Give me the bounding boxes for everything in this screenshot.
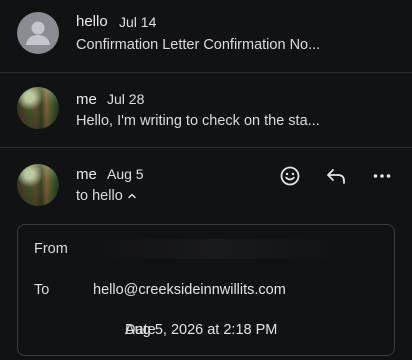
message-date: Jul 28 — [107, 91, 145, 107]
recipients-label: to hello — [76, 188, 123, 204]
chevron-up-icon — [128, 193, 136, 199]
date-value: Aug 5, 2026 at 2:18 PM — [125, 322, 278, 338]
redacted-area — [93, 239, 343, 259]
message-snippet: Confirmation Letter Confirmation No... — [76, 37, 321, 53]
to-email[interactable]: hello@creeksideinnwillits.com — [93, 282, 286, 298]
react-button[interactable] — [277, 163, 303, 189]
avatar — [17, 12, 59, 54]
sender-name: me — [76, 91, 97, 108]
recipients-toggle[interactable]: to hello — [76, 188, 137, 204]
from-label: From — [34, 241, 68, 257]
email-thread: hello Jul 14 Confirmation Letter Confirm… — [0, 0, 412, 360]
avatar — [17, 87, 59, 129]
message-collapsed[interactable]: me Jul 28 Hello, I'm writing to check on… — [0, 73, 412, 147]
smiley-icon — [280, 166, 300, 186]
sender-name: me — [76, 166, 97, 183]
avatar — [17, 164, 59, 206]
to-label: To — [34, 282, 50, 298]
sender-name: hello — [76, 13, 108, 30]
message-expanded: me Aug 5 to hello From To hello@creeksid… — [0, 148, 412, 360]
person-icon — [26, 21, 50, 45]
more-horizontal-icon — [373, 174, 391, 178]
message-details-panel: From To hello@creeksideinnwillits.com Da… — [17, 224, 395, 356]
reply-button[interactable] — [323, 163, 349, 189]
more-options-button[interactable] — [369, 163, 395, 189]
reply-icon — [327, 169, 345, 184]
message-date: Aug 5 — [107, 166, 144, 182]
message-snippet: Hello, I'm writing to check on the sta..… — [76, 113, 320, 129]
message-date: Jul 14 — [119, 14, 157, 30]
message-collapsed[interactable]: hello Jul 14 Confirmation Letter Confirm… — [0, 0, 412, 72]
